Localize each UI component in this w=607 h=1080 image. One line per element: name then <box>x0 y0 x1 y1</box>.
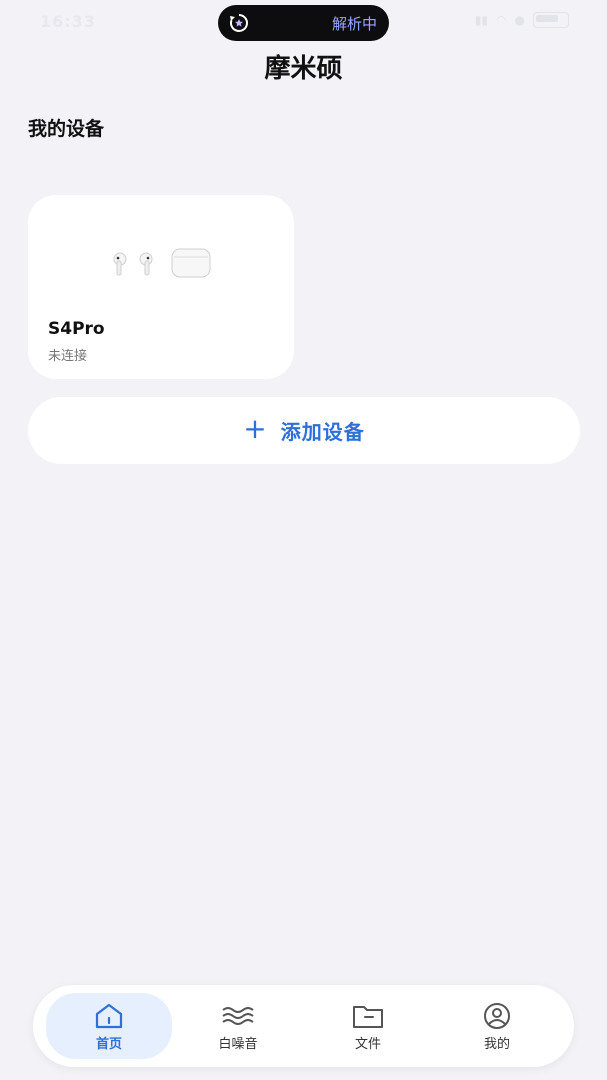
alert-icon: ● <box>514 13 525 27</box>
status-icons: ▮▮ ◠ ● <box>475 12 569 28</box>
page-title: 摩米硕 <box>264 54 343 84</box>
wifi-icon: ◠ <box>496 13 507 27</box>
tab-white-noise-label: 白噪音 <box>218 1037 258 1052</box>
home-icon <box>95 1003 123 1029</box>
status-bar: 16:33 解析中 ▮▮ ◠ ● <box>0 0 607 44</box>
sync-icon <box>230 14 248 32</box>
profile-icon <box>484 1003 510 1029</box>
tab-profile[interactable]: 我的 <box>434 993 560 1059</box>
dynamic-island[interactable]: 解析中 <box>218 5 389 41</box>
tab-home[interactable]: 首页 <box>46 993 172 1059</box>
plus-icon: + <box>243 411 267 445</box>
bottom-tab-bar: 首页 白噪音 文件 我的 <box>33 985 574 1067</box>
status-time: 16:33 <box>40 12 96 31</box>
waves-icon <box>222 1007 254 1025</box>
device-card[interactable]: S4Pro 未连接 <box>28 195 294 379</box>
earbuds-image <box>113 248 211 278</box>
device-name: S4Pro <box>48 319 105 339</box>
battery-icon <box>533 12 569 28</box>
tab-white-noise[interactable]: 白噪音 <box>175 993 301 1059</box>
tab-profile-label: 我的 <box>483 1037 510 1052</box>
folder-icon <box>353 1006 383 1028</box>
device-status: 未连接 <box>48 349 88 364</box>
add-device-label: 添加设备 <box>280 420 365 444</box>
tab-home-label: 首页 <box>95 1037 122 1052</box>
section-title: 我的设备 <box>28 118 105 140</box>
signal-icon: ▮▮ <box>474 13 489 27</box>
add-device-button[interactable]: + 添加设备 <box>28 397 580 464</box>
island-status-text: 解析中 <box>331 15 377 33</box>
tab-files-label: 文件 <box>354 1037 381 1052</box>
tab-files[interactable]: 文件 <box>305 993 431 1059</box>
